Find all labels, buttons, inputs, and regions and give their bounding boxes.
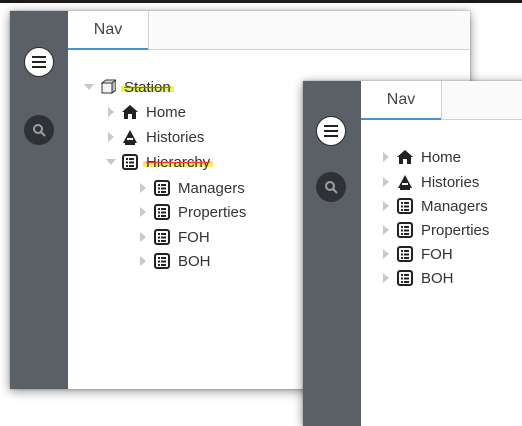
tab-nav[interactable]: Nav xyxy=(361,81,442,120)
menu-button[interactable] xyxy=(316,116,346,146)
tab-bar: Nav xyxy=(68,11,470,50)
histories-icon xyxy=(123,130,137,145)
side-rail xyxy=(303,81,361,426)
caret-right-icon[interactable] xyxy=(138,255,148,267)
list-icon xyxy=(154,180,170,196)
list-icon xyxy=(154,204,170,220)
tree-item-hierarchy[interactable]: Hierarchy xyxy=(106,151,214,173)
top-border xyxy=(0,0,522,3)
tree-item-properties-label: Properties xyxy=(421,221,490,239)
nav-panel-after: Nav Home Histories Managers Properties F… xyxy=(303,81,522,426)
list-icon xyxy=(154,253,170,269)
search-icon xyxy=(33,124,46,137)
tree-item-station-label: Station xyxy=(121,78,174,96)
hamburger-icon xyxy=(324,125,338,137)
tree-item-histories-label: Histories xyxy=(421,173,480,191)
caret-down-icon[interactable] xyxy=(106,156,116,168)
tab-nav[interactable]: Nav xyxy=(68,11,149,50)
home-icon xyxy=(397,150,413,164)
tree-item-properties[interactable]: Properties xyxy=(138,201,246,223)
caret-right-icon[interactable] xyxy=(106,131,116,143)
caret-right-icon[interactable] xyxy=(138,231,148,243)
list-icon xyxy=(397,246,413,262)
caret-right-icon[interactable] xyxy=(381,151,391,163)
tree-item-managers-label: Managers xyxy=(421,197,488,215)
caret-right-icon[interactable] xyxy=(381,224,391,236)
tree-item-boh[interactable]: BOH xyxy=(138,250,211,272)
tree-item-boh-label: BOH xyxy=(178,252,211,270)
tree-item-boh-label: BOH xyxy=(421,269,454,287)
tab-bar: Nav xyxy=(361,81,522,120)
caret-right-icon[interactable] xyxy=(106,106,116,118)
caret-right-icon[interactable] xyxy=(381,200,391,212)
histories-icon xyxy=(398,175,412,190)
tree-item-home[interactable]: Home xyxy=(381,146,461,168)
list-icon xyxy=(154,229,170,245)
caret-right-icon[interactable] xyxy=(381,272,391,284)
station-icon xyxy=(100,79,116,94)
tree-item-foh-label: FOH xyxy=(421,245,453,263)
nav-tree: Home Histories Managers Properties FOH B… xyxy=(361,120,522,426)
tree-item-foh[interactable]: FOH xyxy=(138,226,210,248)
tab-nav-label: Nav xyxy=(386,91,416,108)
home-icon xyxy=(122,105,138,119)
tab-nav-label: Nav xyxy=(93,21,123,38)
hierarchy-icon xyxy=(122,154,138,170)
search-button[interactable] xyxy=(316,172,346,202)
tree-item-home-label: Home xyxy=(421,148,462,166)
caret-right-icon[interactable] xyxy=(138,206,148,218)
hamburger-icon xyxy=(32,56,46,68)
tree-item-properties-label: Properties xyxy=(178,203,247,221)
tree-item-station[interactable]: Station xyxy=(84,76,174,98)
search-icon xyxy=(325,181,338,194)
tree-item-foh[interactable]: FOH xyxy=(381,243,453,265)
list-icon xyxy=(397,270,413,286)
tree-item-boh[interactable]: BOH xyxy=(381,267,454,289)
tree-item-histories-label: Histories xyxy=(146,128,205,146)
list-icon xyxy=(397,198,413,214)
side-rail xyxy=(10,11,68,389)
caret-right-icon[interactable] xyxy=(381,176,391,188)
list-icon xyxy=(397,222,413,238)
tree-item-managers-label: Managers xyxy=(178,179,245,197)
tree-item-foh-label: FOH xyxy=(178,228,210,246)
tree-item-home[interactable]: Home xyxy=(106,101,186,123)
caret-right-icon[interactable] xyxy=(138,182,148,194)
tree-item-histories[interactable]: Histories xyxy=(106,126,204,148)
tree-item-histories[interactable]: Histories xyxy=(381,171,479,193)
tree-item-managers[interactable]: Managers xyxy=(138,177,245,199)
tree-item-home-label: Home xyxy=(146,103,187,121)
tree-item-hierarchy-label: Hierarchy xyxy=(142,153,214,171)
tree-item-managers[interactable]: Managers xyxy=(381,195,488,217)
caret-down-icon[interactable] xyxy=(84,81,94,93)
caret-right-icon[interactable] xyxy=(381,248,391,260)
search-button[interactable] xyxy=(24,115,54,145)
tree-item-properties[interactable]: Properties xyxy=(381,219,489,241)
menu-button[interactable] xyxy=(24,47,54,77)
